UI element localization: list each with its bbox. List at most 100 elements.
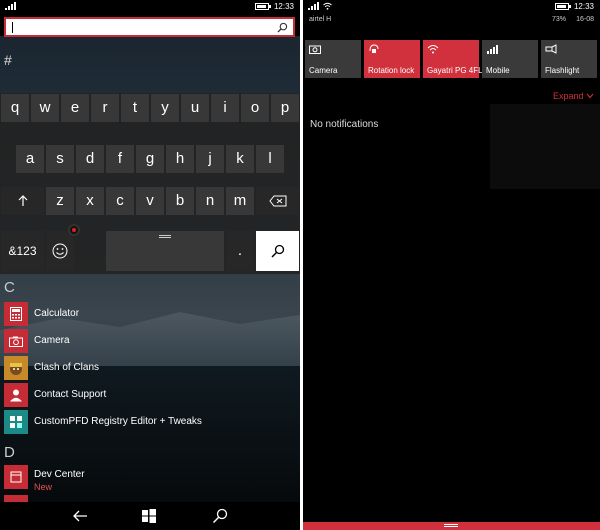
emoji-key[interactable] xyxy=(46,231,74,271)
key-b[interactable]: b xyxy=(166,187,194,215)
signal-icon xyxy=(308,2,319,12)
cursor-control-dot[interactable] xyxy=(68,224,80,236)
quick-action-label: Camera xyxy=(309,66,338,75)
key-n[interactable]: n xyxy=(196,187,224,215)
quick-action-rotation-lock[interactable]: Rotation lock xyxy=(364,40,420,78)
search-icon[interactable] xyxy=(277,22,288,33)
jump-list-header-c[interactable]: C xyxy=(4,279,15,296)
app-name: Camera xyxy=(34,335,70,346)
key-u[interactable]: u xyxy=(181,94,209,122)
app-item-clash-of-clans[interactable]: Clash of Clans xyxy=(2,356,298,382)
backspace-icon xyxy=(268,195,286,207)
shift-arrow-icon xyxy=(18,195,27,207)
expand-button[interactable]: Expand xyxy=(553,91,594,101)
key-s[interactable]: s xyxy=(46,145,74,173)
quick-action-mobile[interactable]: Mobile xyxy=(482,40,538,78)
key-j[interactable]: j xyxy=(196,145,224,173)
registry-editor-icon xyxy=(4,410,28,434)
period-key[interactable]: . xyxy=(226,231,254,271)
text-caret xyxy=(12,22,13,33)
backspace-key[interactable] xyxy=(256,187,299,215)
status-time: 12:33 xyxy=(573,2,594,11)
navigation-bar xyxy=(0,502,300,530)
key-i[interactable]: i xyxy=(211,94,239,122)
key-p[interactable]: p xyxy=(271,94,299,122)
quick-action-flashlight[interactable]: Flashlight xyxy=(541,40,597,78)
space-grip xyxy=(159,235,171,236)
start-screen-panel: 12:33 # q w e r t y u i o p a s d f g h … xyxy=(0,0,300,530)
key-o[interactable]: o xyxy=(241,94,269,122)
quick-action-camera[interactable]: Camera xyxy=(305,40,361,78)
app-name: CustomPFD Registry Editor + Tweaks xyxy=(34,416,202,427)
key-y[interactable]: y xyxy=(151,94,179,122)
clash-of-clans-icon xyxy=(4,356,28,380)
quick-action-label: Rotation lock xyxy=(368,66,415,75)
dev-center-icon xyxy=(4,465,28,489)
rotation-lock-icon xyxy=(369,44,379,53)
search-icon[interactable] xyxy=(212,508,228,524)
expand-label: Expand xyxy=(552,91,584,101)
key-e[interactable]: e xyxy=(61,94,89,122)
app-name: Contact Support xyxy=(34,389,107,400)
key-x[interactable]: x xyxy=(76,187,104,215)
key-m[interactable]: m xyxy=(226,187,254,215)
app-item-custompfd-registry-editor[interactable]: CustomPFD Registry Editor + Tweaks xyxy=(2,410,298,436)
status-bar: 12:33 xyxy=(0,0,300,14)
key-d[interactable]: d xyxy=(76,145,104,173)
calculator-icon xyxy=(4,302,28,326)
key-h[interactable]: h xyxy=(166,145,194,173)
quick-action-label: Gayatri PG 4FL xyxy=(427,66,483,75)
app-item-calculator[interactable]: Calculator xyxy=(2,302,298,328)
key-a[interactable]: a xyxy=(16,145,44,173)
key-f[interactable]: f xyxy=(106,145,134,173)
contact-support-icon xyxy=(4,383,28,407)
keyboard-search-key[interactable] xyxy=(256,231,299,271)
date-label: 16-08 xyxy=(576,16,594,23)
status-time: 12:33 xyxy=(273,2,294,11)
app-name: Clash of Clans xyxy=(34,362,100,373)
quick-action-label: Mobile xyxy=(486,66,510,75)
app-name: Dev Center xyxy=(34,469,85,480)
windows-start-icon[interactable] xyxy=(141,508,157,524)
key-r[interactable]: r xyxy=(91,94,119,122)
space-bar[interactable] xyxy=(106,231,224,271)
app-search-input[interactable] xyxy=(4,17,295,37)
quick-action-wifi[interactable]: Gayatri PG 4FL xyxy=(423,40,483,78)
background-shadow-area xyxy=(490,104,600,189)
key-k[interactable]: k xyxy=(226,145,254,173)
battery-percent: 73% xyxy=(551,16,566,23)
jump-list-header-d[interactable]: D xyxy=(4,444,15,461)
battery-icon xyxy=(554,3,571,10)
key-l[interactable]: l xyxy=(256,145,284,173)
key-g[interactable]: g xyxy=(136,145,164,173)
wifi-icon xyxy=(323,2,332,12)
camera-icon xyxy=(4,329,28,353)
jump-list-header-hash[interactable]: # xyxy=(4,52,12,68)
app-item-dev-center[interactable]: Dev Center New xyxy=(2,465,298,492)
emoji-icon xyxy=(52,243,68,259)
quick-action-label: Flashlight xyxy=(545,66,580,75)
shift-key[interactable] xyxy=(1,187,44,215)
numbers-symbols-key[interactable]: &123 xyxy=(1,231,44,271)
wifi-icon xyxy=(427,45,439,54)
key-z[interactable]: z xyxy=(46,187,74,215)
chevron-down-icon xyxy=(586,93,594,99)
no-notifications-text: No notifications xyxy=(310,119,379,130)
grip-icon xyxy=(444,524,458,525)
app-name: Calculator xyxy=(34,308,80,319)
action-center-panel: 12:33 airtel H 73% 16-08 Camera Rotation… xyxy=(303,0,600,530)
app-new-badge: New xyxy=(34,482,53,492)
action-center-handle[interactable] xyxy=(303,522,600,530)
flashlight-icon xyxy=(545,44,557,54)
key-c[interactable]: c xyxy=(106,187,134,215)
key-w[interactable]: w xyxy=(31,94,59,122)
key-q[interactable]: q xyxy=(1,94,29,122)
carrier-label: airtel H xyxy=(309,16,332,23)
back-arrow-icon[interactable] xyxy=(72,508,88,524)
key-t[interactable]: t xyxy=(121,94,149,122)
key-v[interactable]: v xyxy=(136,187,164,215)
app-item-camera[interactable]: Camera xyxy=(2,329,298,355)
status-bar: 12:33 xyxy=(303,0,600,14)
camera-icon xyxy=(309,45,321,54)
app-item-contact-support[interactable]: Contact Support xyxy=(2,383,298,409)
